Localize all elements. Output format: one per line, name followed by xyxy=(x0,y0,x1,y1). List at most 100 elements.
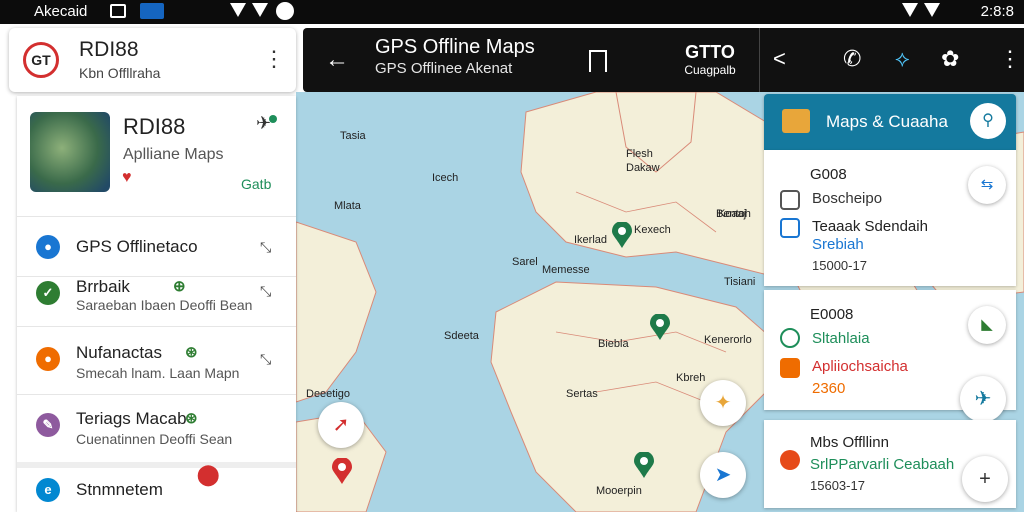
map-label: Dakaw xyxy=(626,162,660,174)
chevron-icon: ⤡ xyxy=(260,239,272,255)
notification-icon xyxy=(110,4,126,18)
map-label: Mooerpin xyxy=(596,485,642,497)
signal-icon-right xyxy=(924,3,940,17)
card-line: Boscheipo xyxy=(812,190,883,207)
list-item[interactable]: ✎ Teriags Macab Cuenatinnen Deoffi Sean … xyxy=(17,394,296,460)
status-clock: 2:8:8 xyxy=(980,3,1014,20)
play-icon[interactable]: ◣ xyxy=(968,306,1006,344)
settings-gear-icon[interactable]: ✿ xyxy=(941,46,959,72)
map-route-button[interactable]: ➚ xyxy=(318,402,364,448)
back-arrow-icon[interactable]: ← xyxy=(325,46,349,74)
location-list-panel: ♥ RDI88 Aplliane Maps Gatb ✈ ● GPS Offli… xyxy=(17,96,296,512)
map-label: Deeetigo xyxy=(306,388,351,400)
map-label: Ikerlad xyxy=(574,234,608,246)
card-line: 2360 xyxy=(812,380,846,397)
list-item[interactable]: ● Nufanactas Smecah lnam. Laan Mapn ⊛ ⤡ xyxy=(17,326,296,392)
map-label: Sarel xyxy=(512,256,538,268)
card-head: E0008 xyxy=(810,306,854,323)
bookmark-icon xyxy=(780,190,800,210)
gtto-sublabel: Cuagpalb xyxy=(684,63,736,77)
folder-icon xyxy=(782,109,810,133)
location-icon: ● xyxy=(36,235,60,259)
card-line: Sltahlaia xyxy=(812,330,870,347)
navigate-arrows-icon[interactable]: ⇆ xyxy=(968,166,1006,204)
map-label: Tisiani xyxy=(724,276,756,288)
status-bar: Akecaid 2:8:8 xyxy=(0,0,1024,24)
clock-icon xyxy=(780,218,800,238)
gtto-button[interactable]: GTTO Cuagpalb xyxy=(675,42,745,77)
app-subtitle: Kbn Offllraha xyxy=(79,65,161,81)
list-item-sub: Cuenatinnen Deoffi Sean xyxy=(76,431,233,447)
map-label: Tasia xyxy=(340,130,366,142)
zoom-in-button[interactable]: + xyxy=(962,456,1008,502)
toolbar-divider xyxy=(759,28,760,92)
app-logo: GT xyxy=(23,42,59,78)
share-icon[interactable]: < xyxy=(773,46,786,72)
map-pin-icon[interactable]: ⬤ xyxy=(197,462,219,487)
card-line: Teaaak Sdendaih xyxy=(812,218,928,235)
fly-button[interactable]: ✈ xyxy=(960,376,1006,422)
card-date: 15603-17 xyxy=(810,478,865,493)
signal-icon xyxy=(252,3,268,17)
map-label: Mlata xyxy=(334,200,361,212)
navigate-button[interactable]: ➤ xyxy=(700,452,746,498)
chevron-icon: ⤡ xyxy=(260,283,272,299)
list-item-sub: Saraeban Ibaen Deoffi Bean xyxy=(76,297,253,313)
more-vertical-icon[interactable]: ⋮ xyxy=(999,46,1021,72)
card-line: Srebiah xyxy=(812,236,864,253)
map-toolbar: ← GPS Offline Maps GPS Offlinee Akenat G… xyxy=(303,28,1024,92)
map-label: Icech xyxy=(432,172,459,184)
list-item-label: Brrbaik xyxy=(76,277,130,296)
list-item[interactable]: e Stnmnetem ⬤ xyxy=(17,462,296,512)
wifi-icon xyxy=(230,3,246,17)
more-vertical-icon[interactable]: ⋮ xyxy=(263,46,285,72)
location-detail[interactable]: ♥ RDI88 Aplliane Maps Gatb ✈ xyxy=(17,96,296,216)
map-label: Sdeeta xyxy=(444,330,479,342)
map-label: Kbreh xyxy=(676,372,706,384)
map-subtitle: GPS Offlinee Akenat xyxy=(375,60,513,77)
location-icon: ● xyxy=(36,347,60,371)
location-action-link[interactable]: Gatb xyxy=(241,176,271,192)
user-icon[interactable]: ⚲ xyxy=(970,103,1006,139)
bookmark-icon[interactable] xyxy=(589,50,607,72)
map-pin-icon[interactable] xyxy=(612,222,632,248)
layers-icon[interactable]: ⟡ xyxy=(895,46,910,72)
add-icon[interactable]: ⊕ xyxy=(173,277,186,295)
map-star-button[interactable]: ✦ xyxy=(700,380,746,426)
list-item[interactable]: ● GPS Offlinetaco ⤡ xyxy=(17,216,296,276)
list-item-label: GPS Offlinetaco xyxy=(76,237,198,256)
list-item-sub: Smecah lnam. Laan Mapn xyxy=(76,365,240,381)
status-dot xyxy=(269,115,277,123)
location-subtitle: Aplliane Maps xyxy=(123,146,224,163)
location-thumbnail xyxy=(30,112,110,192)
phone-icon[interactable]: ✆ xyxy=(843,46,861,72)
list-item-label: Teriags Macab xyxy=(76,409,187,428)
map-label: Memesse xyxy=(542,264,590,276)
status-carrier-text: Akecaid xyxy=(34,3,88,20)
card-head: G008 xyxy=(810,166,847,183)
map-label: Bentoh xyxy=(716,208,751,220)
info-icon: e xyxy=(36,478,60,502)
card-date: 15000-17 xyxy=(812,258,867,273)
map-pin-icon[interactable] xyxy=(634,452,654,478)
location-icon xyxy=(276,2,294,20)
map-pin-red-icon[interactable] xyxy=(332,458,352,484)
check-circle-icon[interactable]: ⊛ xyxy=(185,409,198,427)
app-header-card[interactable]: GT RDI88 Kbn Offllraha ⋮ xyxy=(9,28,296,92)
map-label: Biebla xyxy=(598,338,629,350)
map-card[interactable]: G008 Boscheipo Teaaak Sdendaih Srebiah 1… xyxy=(764,150,1016,286)
card-head: Mbs Offllinn xyxy=(810,434,889,451)
card-line: Apliiochsaicha xyxy=(812,358,908,375)
map-pin-icon[interactable] xyxy=(650,314,670,340)
location-name: RDI88 xyxy=(123,114,186,139)
check-circle-icon[interactable]: ⊛ xyxy=(185,343,198,361)
wifi-icon-right xyxy=(902,3,918,17)
list-item[interactable]: ✓ Brrbaik Saraeban Ibaen Deoffi Bean ⊕ ⤡ xyxy=(17,276,296,324)
map-label: Flesh xyxy=(626,148,653,160)
map-label: Sertas xyxy=(566,388,598,400)
gift-icon xyxy=(780,358,800,378)
edit-icon: ✎ xyxy=(36,413,60,437)
heart-pin-icon[interactable]: ♥ xyxy=(122,169,132,187)
card-line: SrlPParvarli Ceabaah xyxy=(810,456,955,473)
gtto-label: GTTO xyxy=(685,42,735,62)
